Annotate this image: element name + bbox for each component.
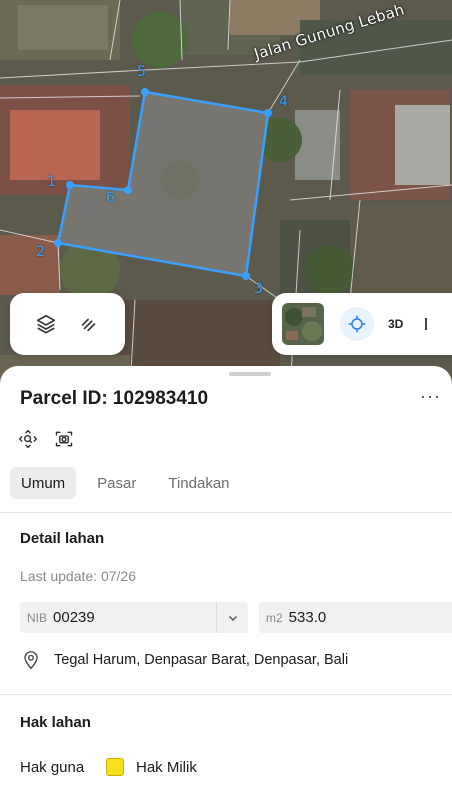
overflow-control-edge[interactable]: [425, 318, 428, 330]
vertex-label-3: 3: [254, 281, 263, 297]
vertex-label-1: 1: [47, 174, 56, 190]
divider: [0, 694, 452, 695]
camera-scan-icon: [55, 431, 73, 447]
layers-button[interactable]: [30, 308, 62, 340]
layers-icon: [36, 314, 55, 334]
parcel-bottom-sheet: Parcel ID: 102983410 ··· Umum Pasar Tind…: [0, 366, 452, 804]
map-view-card: 3D: [272, 293, 452, 355]
address-text: Tegal Harum, Denpasar Barat, Denpasar, B…: [54, 652, 349, 668]
area-value: 533.0: [288, 609, 327, 626]
area-field[interactable]: m2 533.0: [259, 602, 452, 633]
map-view[interactable]: Jalan Gunung Lebah 1 2 3 4 5 6 3D: [0, 0, 452, 390]
zoom-to-parcel-button[interactable]: [18, 429, 38, 449]
divider: [0, 512, 452, 513]
measure-button[interactable]: [73, 308, 105, 340]
location-pin-icon: [24, 651, 38, 670]
tab-umum[interactable]: Umum: [10, 467, 77, 499]
satellite-thumb-icon: [282, 303, 324, 345]
sheet-tabs: Umum Pasar Tindakan: [10, 467, 241, 499]
hak-guna-color-swatch: [106, 758, 124, 776]
rights-section-title: Hak lahan: [20, 714, 91, 731]
map-tools-card: [10, 293, 125, 355]
nib-prefix: NIB: [27, 610, 48, 625]
vertex-label-4: 4: [279, 94, 288, 110]
satellite-basemap-thumb[interactable]: [282, 303, 324, 345]
vertex-label-2: 2: [36, 244, 45, 260]
detail-section-title: Detail lahan: [20, 530, 105, 547]
last-update-text: Last update: 07/26: [20, 568, 136, 584]
hak-guna-value: Hak Milik: [136, 758, 197, 776]
more-options-button[interactable]: ···: [420, 386, 441, 407]
area-prefix: m2: [266, 610, 283, 625]
capture-button[interactable]: [54, 429, 74, 449]
sheet-drag-handle[interactable]: [229, 372, 271, 376]
hak-guna-row: Hak guna Hak Milik: [20, 758, 197, 776]
quick-actions: [18, 429, 74, 449]
hak-guna-label: Hak guna: [20, 758, 85, 776]
view-3d-button[interactable]: 3D: [388, 317, 403, 331]
vertex-label-5: 5: [137, 64, 146, 80]
nib-field[interactable]: NIB 00239: [20, 602, 248, 633]
measure-icon: [82, 318, 96, 332]
chevron-down-icon: [228, 615, 237, 621]
crosshair-icon: [348, 315, 366, 333]
tab-pasar[interactable]: Pasar: [86, 467, 147, 499]
address-row: Tegal Harum, Denpasar Barat, Denpasar, B…: [22, 650, 348, 670]
locate-button[interactable]: [340, 307, 374, 341]
parcel-title: Parcel ID: 102983410: [20, 388, 209, 409]
nib-dropdown-button[interactable]: [216, 602, 248, 633]
zoom-to-parcel-icon: [18, 429, 38, 449]
vertex-label-6: 6: [106, 190, 115, 206]
nib-value: 00239: [53, 609, 95, 626]
tab-tindakan[interactable]: Tindakan: [157, 467, 240, 499]
